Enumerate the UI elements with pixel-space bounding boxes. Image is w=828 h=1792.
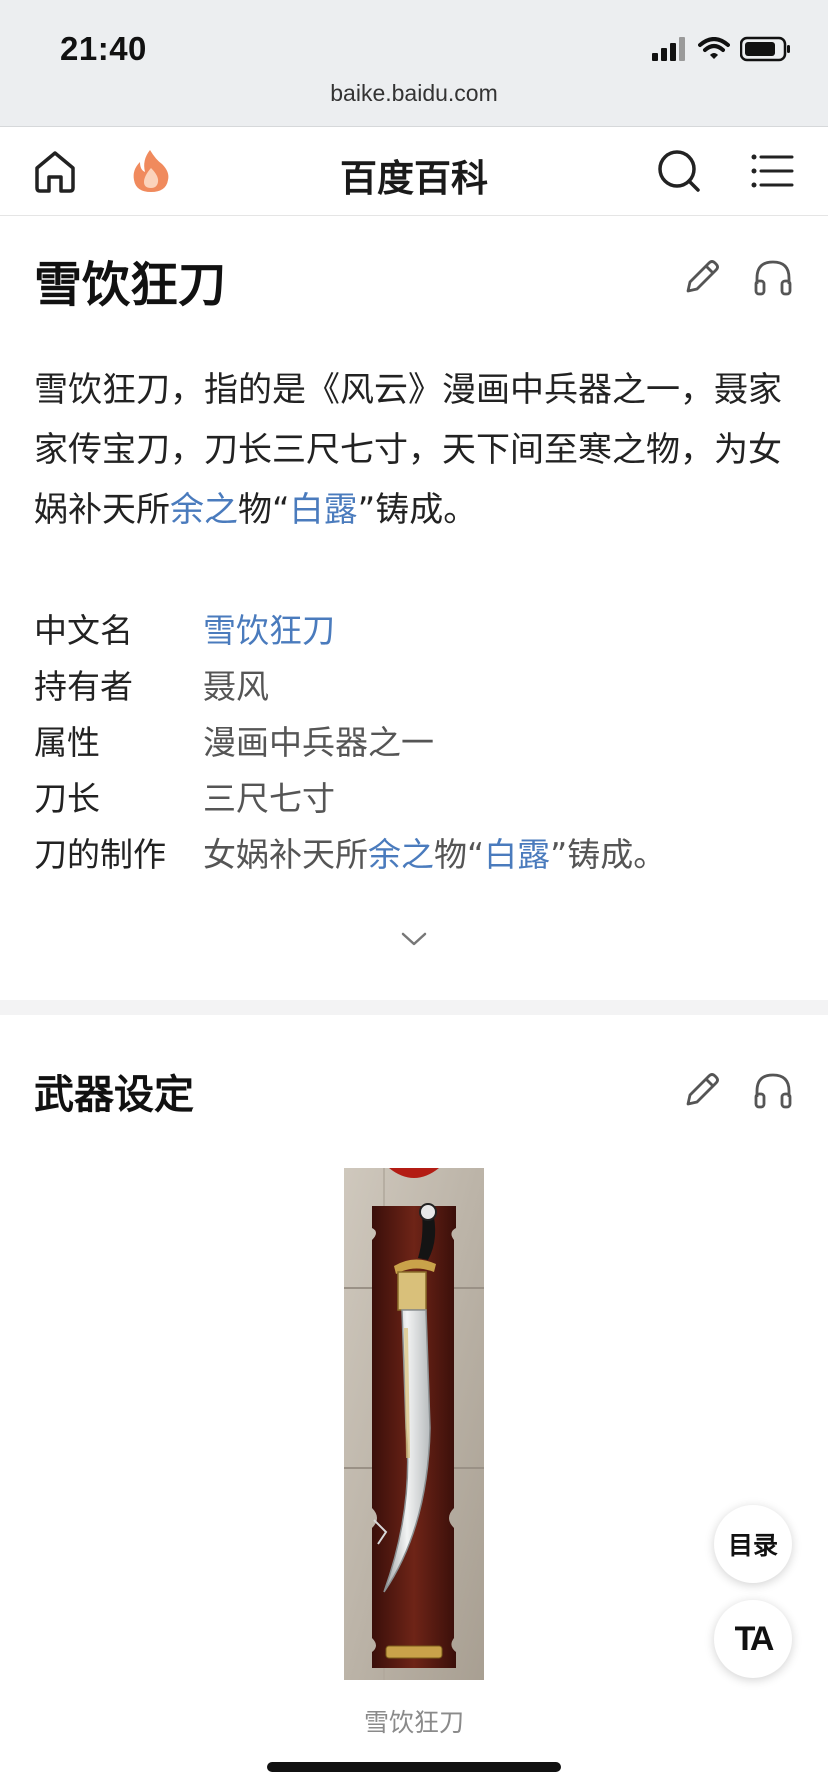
battery-icon — [740, 36, 790, 62]
image-caption: 雪饮狂刀 — [363, 1708, 464, 1737]
font-size-button[interactable]: TA — [714, 1600, 792, 1678]
summary-text: 物“ — [238, 490, 290, 530]
infobox-row: 属性 漫画中兵器之一 — [34, 712, 794, 768]
infobox-key: 属性 — [34, 723, 100, 762]
section-title: 武器设定 — [34, 1072, 194, 1118]
browser-status-area: 21:40 baike.baidu.com — [0, 0, 828, 127]
toc-label: 目录 — [727, 1531, 778, 1560]
expand-chevron-icon[interactable] — [400, 930, 428, 948]
listen-icon[interactable] — [751, 1069, 795, 1113]
search-icon[interactable] — [654, 146, 704, 196]
summary-link[interactable]: 余之 — [170, 490, 238, 530]
toc-button[interactable]: 目录 — [714, 1505, 792, 1583]
infobox-value-link[interactable]: 白露 — [484, 835, 550, 874]
top-navbar: 百度百科 — [0, 128, 828, 216]
infobox-key: 刀的制作 — [34, 835, 166, 874]
infobox-row: 刀的制作 女娲补天所余之物“白露”铸成。 — [34, 824, 794, 880]
summary-text: ”铸成。 — [357, 490, 478, 530]
signal-icon — [652, 37, 685, 61]
infobox-key: 持有者 — [34, 667, 133, 706]
infobox-key: 刀长 — [34, 779, 100, 818]
section-divider — [0, 1000, 828, 1015]
summary-link[interactable]: 白露 — [290, 490, 358, 530]
font-size-label: TA — [734, 1619, 775, 1658]
sword-illustration — [344, 1168, 484, 1680]
url-bar[interactable]: baike.baidu.com — [0, 80, 828, 107]
infobox-value-link[interactable]: 雪饮狂刀 — [203, 604, 335, 652]
infobox-value-text: 物“ — [434, 835, 485, 874]
article-title: 雪饮狂刀 — [34, 257, 227, 313]
status-time: 21:40 — [60, 30, 147, 67]
infobox-value: 漫画中兵器之一 — [203, 723, 434, 762]
infobox: 中文名 雪饮狂刀 持有者 聂风 属性 漫画中兵器之一 刀长 三尺七寸 刀的制作 … — [34, 600, 794, 880]
listen-icon[interactable] — [751, 256, 795, 300]
infobox-value-text: ”铸成。 — [550, 835, 667, 874]
status-icons — [652, 36, 792, 62]
infobox-value-text: 女娲补天所 — [203, 835, 368, 874]
wifi-icon — [698, 37, 730, 59]
infobox-value: 女娲补天所余之物“白露”铸成。 — [203, 828, 666, 876]
sword-image[interactable] — [344, 1168, 484, 1680]
infobox-row: 刀长 三尺七寸 — [34, 768, 794, 824]
infobox-row: 持有者 聂风 — [34, 656, 794, 712]
home-indicator[interactable] — [267, 1762, 561, 1772]
article-summary: 雪饮狂刀，指的是《风云》漫画中兵器之一，聂家家传宝刀，刀长三尺七寸，天下间至寒之… — [34, 360, 794, 540]
menu-icon[interactable] — [748, 146, 798, 196]
infobox-row: 中文名 雪饮狂刀 — [34, 600, 794, 656]
edit-icon[interactable] — [680, 1068, 724, 1112]
infobox-value-link[interactable]: 余之 — [368, 835, 434, 874]
edit-icon[interactable] — [680, 255, 724, 299]
infobox-key: 中文名 — [34, 611, 133, 650]
infobox-value: 聂风 — [203, 667, 269, 706]
infobox-value: 三尺七寸 — [203, 779, 335, 818]
